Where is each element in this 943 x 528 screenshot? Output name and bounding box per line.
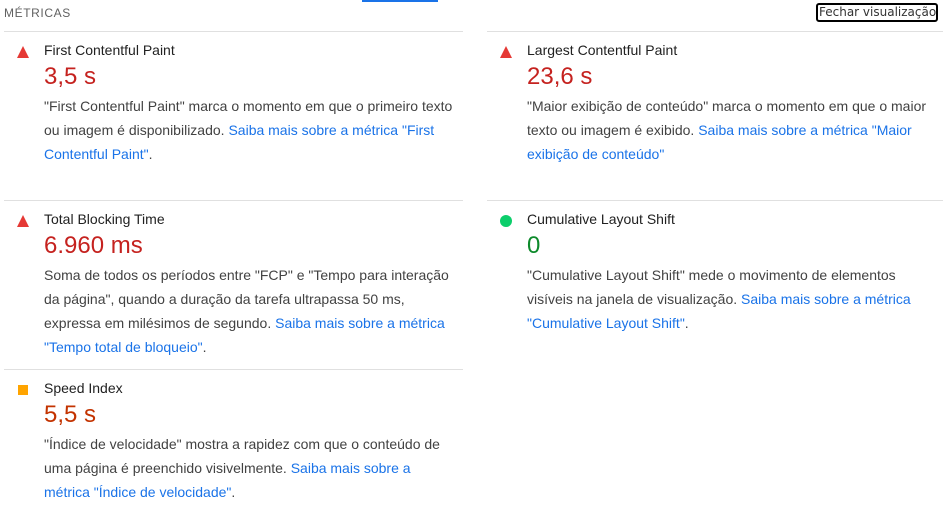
description-suffix: .: [684, 315, 689, 331]
section-title: MÉTRICAS: [4, 6, 71, 20]
red-triangle-icon: [17, 215, 29, 227]
metric-description: "Maior exibição de conteúdo" marca o mom…: [527, 94, 937, 166]
metric-description: "Índice de velocidade" mostra a rapidez …: [44, 432, 449, 504]
active-tab-indicator: [362, 0, 438, 2]
divider: [4, 200, 463, 201]
divider: [4, 31, 463, 32]
description-suffix: .: [148, 146, 153, 162]
close-view-button[interactable]: Fechar visualização: [816, 3, 938, 22]
metric-value: 6.960 ms: [44, 232, 143, 259]
metric-value: 23,6 s: [527, 63, 593, 90]
metric-name: Largest Contentful Paint: [527, 42, 678, 58]
red-triangle-icon: [17, 46, 29, 58]
metric-name: Speed Index: [44, 380, 123, 396]
metric-value: 3,5 s: [44, 63, 97, 90]
description-suffix: .: [231, 484, 236, 500]
metric-value: 5,5 s: [44, 401, 97, 428]
metric-description: "First Contentful Paint" marca o momento…: [44, 94, 454, 166]
metric-value: 0: [527, 232, 541, 259]
metric-description: Soma de todos os períodos entre "FCP" e …: [44, 263, 454, 359]
description-suffix: .: [202, 339, 207, 355]
green-circle-icon: [500, 215, 512, 227]
red-triangle-icon: [500, 46, 512, 58]
metrics-header: MÉTRICAS Fechar visualização: [0, 0, 943, 28]
divider: [487, 200, 943, 201]
orange-square-icon: [18, 385, 28, 395]
metric-name: First Contentful Paint: [44, 42, 175, 58]
divider: [4, 369, 463, 370]
metric-description: "Cumulative Layout Shift" mede o movimen…: [527, 263, 937, 335]
divider: [487, 31, 943, 32]
metric-name: Cumulative Layout Shift: [527, 211, 675, 227]
metric-name: Total Blocking Time: [44, 211, 165, 227]
